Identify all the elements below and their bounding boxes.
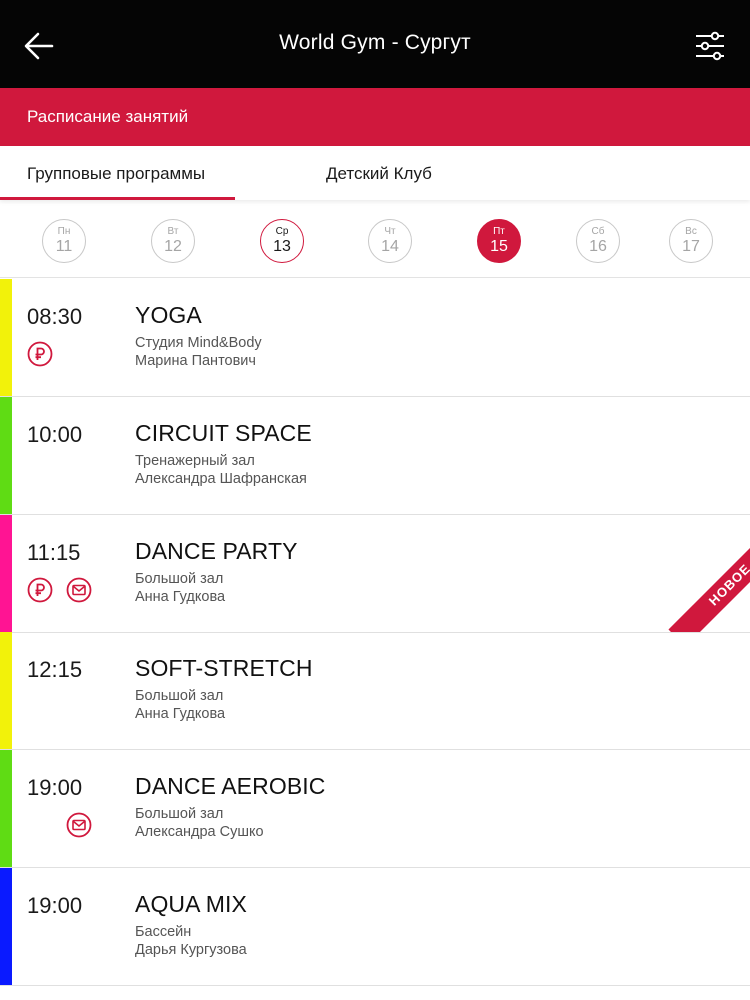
day-weekday: Вс bbox=[685, 226, 697, 237]
category-color-stripe bbox=[0, 279, 12, 396]
day-date: 17 bbox=[682, 238, 700, 255]
day-mon[interactable]: Пн 11 bbox=[42, 219, 86, 263]
class-name: YOGA bbox=[135, 302, 202, 328]
day-weekday: Пт bbox=[493, 226, 505, 237]
class-location: Большой зал bbox=[135, 806, 224, 822]
class-row[interactable]: 10:00 CIRCUIT SPACE Тренажерный зал Алек… bbox=[0, 397, 750, 515]
category-color-stripe bbox=[0, 515, 12, 632]
top-bar: World Gym - Сургут bbox=[0, 0, 750, 88]
tab-label: Детский Клуб bbox=[326, 164, 432, 183]
class-trainer: Александра Сушко bbox=[135, 824, 264, 840]
category-color-stripe bbox=[0, 750, 12, 867]
day-date: 12 bbox=[164, 238, 182, 255]
category-color-stripe bbox=[0, 868, 12, 985]
class-time: 08:30 bbox=[27, 304, 83, 329]
class-row[interactable]: 19:00 DANCE AEROBIC Большой зал Александ… bbox=[0, 750, 750, 868]
tab-label: Групповые программы bbox=[27, 164, 206, 183]
class-location: Большой зал bbox=[135, 571, 224, 587]
class-location: Студия Mind&Body bbox=[135, 335, 262, 351]
class-name: DANCE PARTY bbox=[135, 538, 298, 564]
class-trainer: Марина Пантович bbox=[135, 353, 256, 369]
class-time: 10:00 bbox=[27, 422, 83, 447]
section-header: Расписание занятий bbox=[0, 88, 750, 146]
day-thu[interactable]: Чт 14 bbox=[368, 219, 412, 263]
section-title: Расписание занятий bbox=[27, 107, 189, 126]
class-location: Бассейн bbox=[135, 924, 192, 940]
day-weekday: Вт bbox=[167, 226, 179, 237]
class-name: SOFT-STRETCH bbox=[135, 655, 313, 681]
ruble-icon bbox=[27, 577, 53, 603]
sliders-icon bbox=[696, 31, 724, 61]
class-row[interactable]: 12:15 SOFT-STRETCH Большой зал Анна Гудк… bbox=[0, 632, 750, 750]
class-row[interactable]: 19:00 AQUA MIX Бассейн Дарья Кургузова bbox=[0, 868, 750, 986]
class-time: 11:15 bbox=[27, 540, 81, 565]
class-time: 19:00 bbox=[27, 893, 83, 918]
page-title: World Gym - Сургут bbox=[279, 31, 471, 54]
day-weekday: Сб bbox=[591, 226, 605, 237]
class-location: Тренажерный зал bbox=[135, 453, 255, 469]
day-date: 11 bbox=[55, 238, 73, 255]
class-row[interactable]: 08:30 YOGA Студия Mind&Body Марина Панто… bbox=[0, 279, 750, 397]
day-weekday: Чт bbox=[384, 226, 396, 237]
day-sun[interactable]: Вс 17 bbox=[669, 219, 713, 263]
day-wed[interactable]: Ср 13 bbox=[260, 219, 304, 263]
class-name: DANCE AEROBIC bbox=[135, 773, 326, 799]
class-name: CIRCUIT SPACE bbox=[135, 420, 312, 446]
day-date: 14 bbox=[381, 238, 399, 255]
day-date: 15 bbox=[490, 238, 508, 255]
class-trainer: Дарья Кургузова bbox=[135, 942, 247, 958]
tab-group-programs[interactable]: Групповые программы bbox=[0, 146, 235, 200]
filter-button[interactable] bbox=[693, 28, 727, 64]
category-color-stripe bbox=[0, 632, 12, 749]
day-date: 16 bbox=[589, 238, 607, 255]
day-tue[interactable]: Вт 12 bbox=[151, 219, 195, 263]
day-weekday: Пн bbox=[57, 226, 71, 237]
ruble-icon bbox=[27, 341, 53, 367]
category-color-stripe bbox=[0, 397, 12, 514]
class-time: 12:15 bbox=[27, 657, 83, 682]
class-trainer: Александра Шафранская bbox=[135, 471, 307, 487]
tab-bar: Групповые программы Детский Клуб bbox=[0, 146, 750, 200]
mail-icon bbox=[66, 812, 92, 838]
class-trainer: Анна Гудкова bbox=[135, 589, 226, 605]
day-selector: Пн 11 Вт 12 Ср 13 Чт 14 Пт 15 Сб 16 Вс 1… bbox=[0, 200, 750, 278]
mail-icon bbox=[66, 577, 92, 603]
new-badge: НОВОЕ bbox=[668, 523, 750, 632]
tab-kids-club[interactable]: Детский Клуб bbox=[300, 146, 500, 200]
class-location: Большой зал bbox=[135, 688, 224, 704]
day-date: 13 bbox=[273, 238, 291, 255]
class-time: 19:00 bbox=[27, 775, 83, 800]
day-sat[interactable]: Сб 16 bbox=[576, 219, 620, 263]
class-trainer: Анна Гудкова bbox=[135, 706, 226, 722]
day-fri[interactable]: Пт 15 bbox=[477, 219, 521, 263]
class-row[interactable]: 11:15 DANCE PARTY Большой зал Анна Гудко… bbox=[0, 515, 750, 633]
day-weekday: Ср bbox=[275, 226, 289, 237]
class-name: AQUA MIX bbox=[135, 891, 247, 917]
